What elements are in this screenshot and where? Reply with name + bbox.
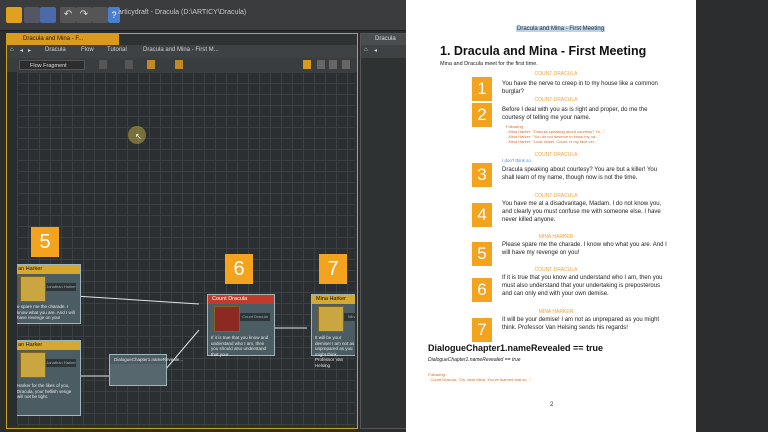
avatar <box>20 352 46 378</box>
breadcrumb: ⌂ ◂ ▸ Dracula Flow Tutorial Dracula and … <box>7 45 357 59</box>
breadcrumb-item[interactable]: Tutorial <box>107 47 127 53</box>
avatar <box>318 306 344 332</box>
step-badge: 2 <box>472 103 492 127</box>
new-icon[interactable] <box>24 7 40 23</box>
speaker-label: COUNT DRACULA <box>534 193 578 199</box>
node-header: Mina Harker <box>312 295 355 304</box>
home-icon[interactable]: ⌂ <box>10 47 14 53</box>
node-text: If it is true that you know and understa… <box>211 335 269 357</box>
speaker-label: Mina Harker <box>344 313 355 321</box>
node-text: Harker for the likes of you, Dracula, yo… <box>17 383 72 399</box>
back-icon[interactable]: ◂ <box>374 47 377 54</box>
home-icon[interactable]: ⌂ <box>364 47 368 53</box>
flow-toolbar: Flow Fragment <box>7 58 357 72</box>
step-badge: 4 <box>472 203 492 227</box>
condition-node[interactable]: DialogueChapter1.nameReveale... <box>109 354 183 386</box>
speaker-label: COUNT DRACULA <box>534 267 578 273</box>
mouse-cursor-icon: ↖ <box>135 132 142 141</box>
connection-line <box>164 329 200 371</box>
list-icon[interactable] <box>99 60 107 69</box>
following-item[interactable]: - Mina Harker: "Look closer, Count. Is m… <box>506 139 597 144</box>
save-icon[interactable] <box>40 7 56 23</box>
step-badge: 1 <box>472 77 492 101</box>
template-icon[interactable] <box>147 60 155 69</box>
page-title: 1. Dracula and Mina - First Meeting <box>440 44 647 58</box>
dialogue-line: You have the nerve to creep in to my hou… <box>502 81 658 95</box>
back-icon[interactable]: ◂ <box>20 47 23 54</box>
grid-icon[interactable] <box>317 60 325 69</box>
tab-dracula[interactable]: Dracula <box>361 34 406 45</box>
secondary-panel: Dracula ⌂ ◂ <box>360 33 407 429</box>
redo-icon[interactable]: ↷ <box>76 7 92 23</box>
connection-line <box>74 295 200 305</box>
step-badge: 6 <box>472 278 492 302</box>
node-text: It will be your demise! I am not as unpr… <box>315 335 355 368</box>
speaker-label: Jonathan Harker <box>46 283 76 291</box>
tag-icon[interactable] <box>175 60 183 69</box>
dialogue-node[interactable]: an Harker Jonathan Harker Harker for the… <box>17 340 81 416</box>
node-header: DialogueChapter1.nameReveale... <box>110 355 183 364</box>
speaker-label: COUNT DRACULA <box>534 97 578 103</box>
flow-canvas[interactable]: ↖ 5 an Harker Jonathan Harker e spare me… <box>17 72 355 426</box>
menu-icon[interactable] <box>92 7 108 23</box>
speaker-label: Count Dracula <box>240 313 270 321</box>
speaker-label: Jonathan Harker <box>46 359 76 367</box>
dialogue-line: It will be your demise! I am not as unpr… <box>502 317 660 331</box>
search-icon[interactable] <box>125 60 133 69</box>
node-text: e spare me the charade. I know what you … <box>17 304 75 320</box>
speaker-label: MINA HARKER <box>538 309 574 315</box>
node-header: Count Dracula <box>208 295 274 304</box>
avatar <box>214 306 240 332</box>
speaker-label: COUNT DRACULA <box>534 152 578 158</box>
tab-dracula-and-mina[interactable]: Dracula and Mina - F... <box>7 34 119 45</box>
dialogue-node[interactable]: an Harker Jonathan Harker e spare me the… <box>17 264 81 324</box>
condition-heading: DialogueChapter1.nameRevealed == true <box>428 343 604 353</box>
breadcrumb-item[interactable]: Dracula <box>45 47 66 53</box>
breadcrumb: ⌂ ◂ <box>361 45 406 58</box>
dialogue-line: Please spare me the charade. I know who … <box>502 242 667 256</box>
dialogue-line: You have me at a disadvantage, Madam. I … <box>502 201 662 223</box>
intro-text: Mina and Dracula meet for the first time… <box>440 61 538 67</box>
document-margin <box>696 0 768 432</box>
step-badge: 3 <box>472 163 492 187</box>
flow-type-select[interactable]: Flow Fragment <box>19 60 85 70</box>
settings-icon[interactable] <box>342 60 350 69</box>
page-number: 2 <box>550 402 554 408</box>
following-item[interactable]: - Count Dracula: "Oh, dear Mina. You've … <box>428 377 531 382</box>
window-title: articydraft - Dracula (D:\ARTICY\Dracula… <box>118 9 247 16</box>
flow-editor-panel: Dracula and Mina - F... ⌂ ◂ ▸ Dracula Fl… <box>6 33 358 429</box>
step-badge: 7 <box>319 254 347 284</box>
breadcrumb-item[interactable]: Dracula and Mina - First M... <box>143 47 219 53</box>
node-header: an Harker <box>17 265 80 274</box>
node-header: an Harker <box>17 341 80 350</box>
app-logo-icon[interactable] <box>6 7 22 23</box>
speaker-label: MINA HARKER <box>538 234 574 240</box>
dialogue-node[interactable]: Count Dracula Count Dracula If it is tru… <box>207 294 275 357</box>
view-mode-icon[interactable] <box>303 60 311 69</box>
step-badge: 5 <box>31 227 59 257</box>
speaker-label: COUNT DRACULA <box>534 71 578 77</box>
forward-icon[interactable]: ▸ <box>28 47 31 54</box>
avatar <box>20 276 46 302</box>
dialogue-line: Dracula speaking about courtesy? You are… <box>502 167 658 181</box>
dialogue-line: If it is true that you know and understa… <box>502 275 663 297</box>
dialogue-node[interactable]: Mina Harker Mina Harker It will be your … <box>311 294 355 368</box>
condition-text: DialogueChapter1.nameRevealed == true <box>428 357 521 363</box>
undo-icon[interactable]: ↶ <box>60 7 76 23</box>
aside-text: I don't think so. <box>502 158 533 163</box>
document-preview: Dracula and Mina - First Meeting 1. Drac… <box>406 0 696 432</box>
step-badge: 7 <box>472 318 492 342</box>
dialogue-line: Before I deal with you as is right and p… <box>502 107 648 121</box>
grid-icon[interactable] <box>329 60 337 69</box>
breadcrumb-item[interactable]: Flow <box>81 47 94 53</box>
step-badge: 5 <box>472 242 492 266</box>
step-badge: 6 <box>225 254 253 284</box>
page-header: Dracula and Mina - First Meeting <box>516 26 606 32</box>
